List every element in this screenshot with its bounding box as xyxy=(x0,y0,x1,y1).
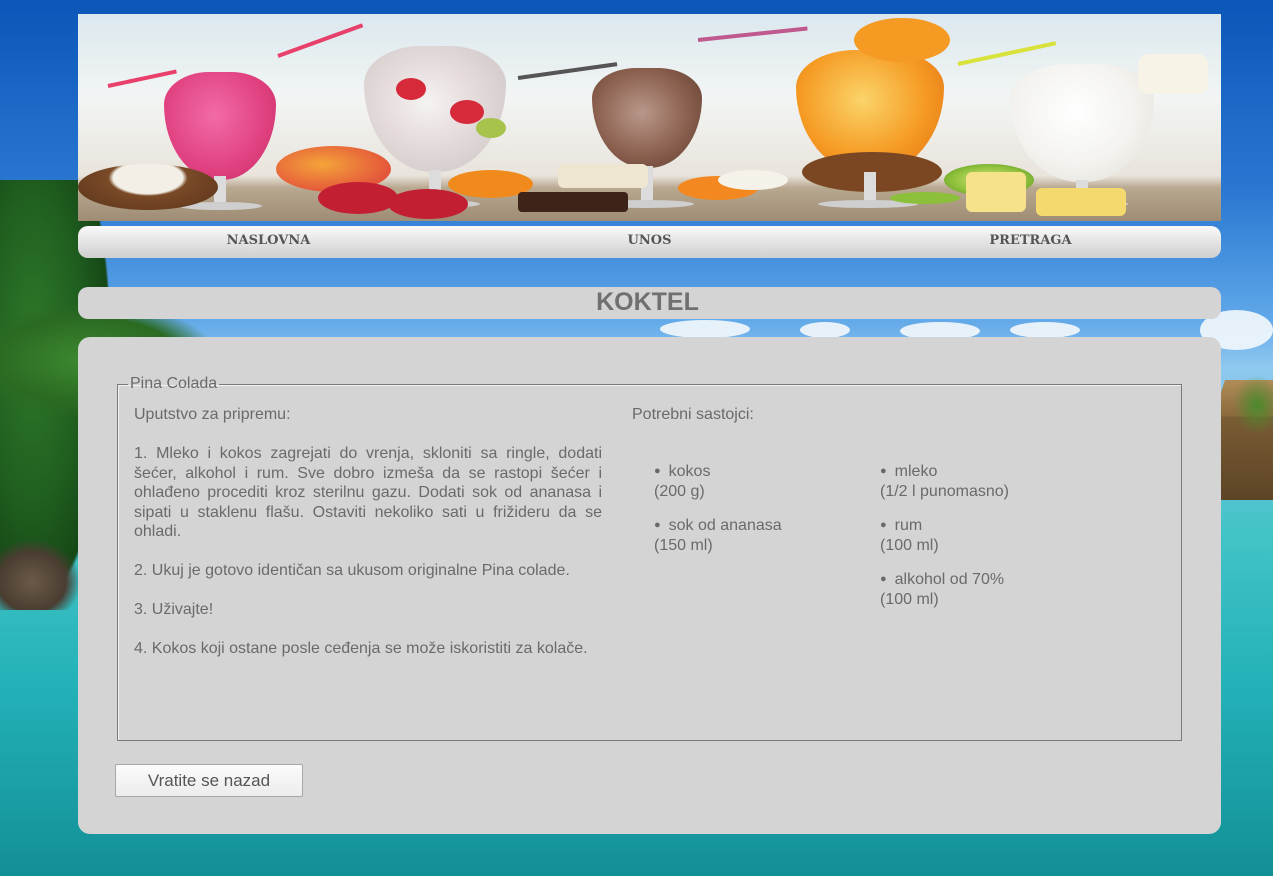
nav-unos[interactable]: UNOS xyxy=(500,233,800,248)
instructions-column: Uputstvo za pripremu: 1. Mleko i kokos z… xyxy=(134,405,602,678)
ingredient-amount: (1/2 l punomasno) xyxy=(880,483,1009,500)
straw xyxy=(107,69,177,88)
instruction-step: 1. Mleko i kokos zagrejati do vrenja, sk… xyxy=(134,445,602,540)
coconut-piece xyxy=(718,170,788,190)
lime-slice xyxy=(890,192,960,204)
strawberries xyxy=(318,182,398,214)
ingredient-name: alkohol od 70% xyxy=(894,571,1005,588)
chocolate-cocktail-glass xyxy=(592,68,702,168)
ingredient-amount: (200 g) xyxy=(654,483,705,500)
ingredient-amount: (150 ml) xyxy=(654,537,713,554)
pineapple-slice xyxy=(966,172,1026,212)
cocktails-banner xyxy=(78,14,1221,221)
bullet-icon: ● xyxy=(880,465,887,477)
main-nav: NASLOVNA UNOS PRETRAGA xyxy=(78,226,1221,258)
ingredient-name: mleko xyxy=(894,463,938,480)
back-button[interactable]: Vratite se nazad xyxy=(115,764,303,797)
instruction-step: 2. Ukuj je gotovo identičan sa ukusom or… xyxy=(134,562,570,579)
strawberry xyxy=(396,78,426,100)
bullet-icon: ● xyxy=(654,519,661,531)
ingredient-name: rum xyxy=(894,517,923,534)
ingredient-item xyxy=(654,569,880,610)
kiwi xyxy=(476,118,506,138)
ingredient-amount: (100 ml) xyxy=(880,537,939,554)
ingredient-item: ● sok od ananasa (150 ml) xyxy=(654,515,880,556)
white-chocolate xyxy=(558,164,648,188)
pina-colada-glass xyxy=(1010,64,1154,182)
strawberries xyxy=(388,189,468,219)
bullet-icon: ● xyxy=(880,573,887,585)
ingredients-heading: Potrebni sastojci: xyxy=(632,406,754,423)
ingredient-item: ● kokos (200 g) xyxy=(654,461,880,502)
coconut-slice xyxy=(1138,54,1208,94)
bullet-icon: ● xyxy=(654,465,661,477)
instruction-step: 3. Uživajte! xyxy=(134,601,214,618)
recipe-name: Pina Colada xyxy=(130,375,218,392)
glass-stem xyxy=(864,172,876,202)
ingredient-name: kokos xyxy=(668,463,711,480)
straw xyxy=(957,41,1057,66)
ingredients-list: ● kokos (200 g) ● mleko (1/2 l punomasno) … xyxy=(654,461,1106,610)
ingredient-item: ● mleko (1/2 l punomasno) xyxy=(880,461,1106,502)
ingredient-amount: (100 ml) xyxy=(880,591,939,608)
orange-half xyxy=(854,18,950,62)
ingredient-item: ● rum (100 ml) xyxy=(880,515,1106,556)
cloud xyxy=(1010,322,1080,338)
instruction-step: 4. Kokos koji ostane posle ceđenja se mo… xyxy=(134,640,588,657)
coconut xyxy=(78,164,218,210)
nav-pretraga[interactable]: PRETRAGA xyxy=(881,233,1181,248)
page-title: KOKTEL xyxy=(596,288,699,316)
straw xyxy=(697,26,808,42)
bullet-icon: ● xyxy=(880,519,887,531)
recipe-fieldset: Pina Colada Uputstvo za pripremu: 1. Mle… xyxy=(117,375,1182,741)
pineapple-slice xyxy=(1036,188,1126,216)
instructions-heading: Uputstvo za pripremu: xyxy=(134,406,291,423)
page-title-bar: KOKTEL xyxy=(78,287,1221,319)
pink-cocktail-glass xyxy=(164,72,276,180)
cloud xyxy=(660,320,750,338)
straw xyxy=(277,23,364,58)
content-panel: Pina Colada Uputstvo za pripremu: 1. Mle… xyxy=(78,337,1221,834)
palm-right xyxy=(1233,375,1273,435)
cloud xyxy=(800,322,850,338)
nav-naslovna[interactable]: NASLOVNA xyxy=(119,233,419,248)
ingredients-column: Potrebni sastojci: ● kokos (200 g) ● mleko… xyxy=(632,405,1152,608)
rocks xyxy=(0,540,80,610)
chocolate-pieces xyxy=(518,192,628,212)
ingredient-item: ● alkohol od 70% (100 ml) xyxy=(880,569,1106,610)
ingredient-name: sok od ananasa xyxy=(668,517,782,534)
strawberry-cocktail-glass xyxy=(364,46,506,172)
